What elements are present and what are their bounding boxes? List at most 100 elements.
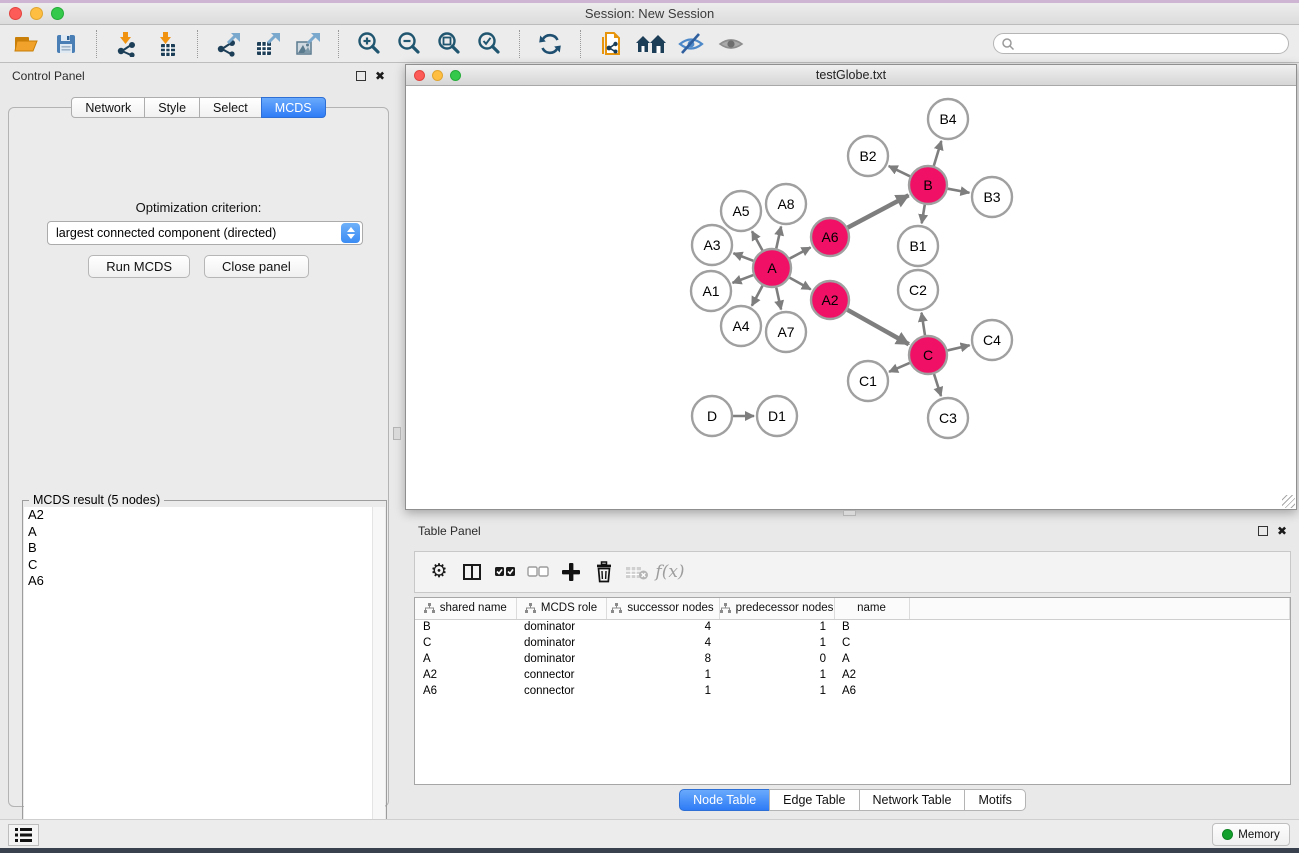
unselect-all-columns-icon[interactable] (526, 560, 550, 584)
vertical-splitter-handle[interactable] (393, 427, 401, 440)
edge-C-C2[interactable] (921, 313, 924, 336)
node-C3[interactable]: C3 (928, 398, 968, 438)
edge-A2-C[interactable] (847, 310, 908, 344)
node-A4[interactable]: A4 (721, 306, 761, 346)
edge-B-B3[interactable] (948, 189, 970, 193)
node-B1[interactable]: B1 (898, 226, 938, 266)
export-network-icon[interactable] (208, 28, 248, 60)
node-D[interactable]: D (692, 396, 732, 436)
task-history-button[interactable] (8, 824, 39, 846)
tab-edge-table[interactable]: Edge Table (769, 789, 859, 811)
edge-C-C3[interactable] (934, 374, 941, 396)
node-C1[interactable]: C1 (848, 361, 888, 401)
node-C[interactable]: C (909, 336, 947, 374)
edge-C-C4[interactable] (947, 345, 969, 350)
tab-motifs[interactable]: Motifs (964, 789, 1025, 811)
tab-mcds[interactable]: MCDS (261, 97, 326, 118)
table-row[interactable]: Cdominator41C (415, 635, 1290, 651)
refresh-icon[interactable] (530, 28, 570, 60)
delete-column-trash-icon[interactable] (592, 560, 616, 584)
node-C4[interactable]: C4 (972, 320, 1012, 360)
edge-A-A5[interactable] (752, 231, 762, 250)
hide-selected-eye-slash-icon[interactable] (671, 28, 711, 60)
mcds-result-item[interactable]: A2 (24, 507, 385, 524)
float-table-panel-icon[interactable] (1258, 526, 1268, 536)
node-B2[interactable]: B2 (848, 136, 888, 176)
mcds-result-list[interactable]: A2ABCA6 (24, 507, 385, 839)
table-options-gear-icon[interactable]: ⚙ (427, 560, 451, 584)
mcds-result-item[interactable]: A (24, 524, 385, 541)
search-text-field[interactable] (1015, 37, 1288, 51)
edge-A6-B[interactable] (848, 195, 909, 227)
column-header-predecessor-nodes[interactable]: predecessor nodes (719, 598, 834, 619)
mcds-result-item[interactable]: A6 (24, 573, 385, 590)
node-A1[interactable]: A1 (691, 271, 731, 311)
node-B3[interactable]: B3 (972, 177, 1012, 217)
node-A6[interactable]: A6 (811, 218, 849, 256)
save-session-icon[interactable] (46, 28, 86, 60)
new-network-from-selection-icon[interactable] (591, 28, 631, 60)
optimization-criterion-dropdown[interactable]: largest connected component (directed) (47, 221, 363, 245)
tab-select[interactable]: Select (199, 97, 262, 118)
column-header-shared-name[interactable]: shared name (415, 598, 516, 619)
edge-C-C1[interactable] (889, 363, 910, 372)
table-row[interactable]: Adominator80A (415, 651, 1290, 667)
column-header-successor-nodes[interactable]: successor nodes (606, 598, 719, 619)
network-canvas[interactable]: B4 B2 B B3 A8A5 A6 A3 B1 A C2 A1 A2 A4A7 C4 C C1 D D1 C3 (406, 86, 1296, 509)
tab-node-table[interactable]: Node Table (679, 789, 770, 811)
list-scrollbar[interactable] (372, 507, 385, 839)
edge-A-A3[interactable] (733, 253, 753, 261)
node-B[interactable]: B (909, 166, 947, 204)
column-header-name[interactable]: name (834, 598, 909, 619)
horizontal-splitter-handle[interactable] (843, 510, 856, 516)
import-table-icon[interactable] (147, 28, 187, 60)
table-row[interactable]: A6connector11A6 (415, 683, 1290, 699)
export-table-icon[interactable] (248, 28, 288, 60)
show-column-icon[interactable] (460, 560, 484, 584)
tab-style[interactable]: Style (144, 97, 200, 118)
open-session-icon[interactable] (6, 28, 46, 60)
run-mcds-button[interactable]: Run MCDS (88, 255, 190, 278)
node-A7[interactable]: A7 (766, 312, 806, 352)
column-header-mcds-role[interactable]: MCDS role (516, 598, 606, 619)
network-window-titlebar[interactable]: testGlobe.txt (406, 65, 1296, 86)
edge-B-B1[interactable] (922, 205, 925, 224)
export-image-icon[interactable] (288, 28, 328, 60)
search-input[interactable] (993, 33, 1289, 54)
node-B4[interactable]: B4 (928, 99, 968, 139)
edge-A-A1[interactable] (733, 275, 754, 283)
node-A2[interactable]: A2 (811, 281, 849, 319)
tab-network-table[interactable]: Network Table (859, 789, 966, 811)
node-A3[interactable]: A3 (692, 225, 732, 265)
memory-button[interactable]: Memory (1212, 823, 1290, 846)
edge-B-B2[interactable] (889, 166, 910, 176)
mcds-result-item[interactable]: C (24, 557, 385, 574)
edge-A-A6[interactable] (790, 247, 811, 258)
node-A8[interactable]: A8 (766, 184, 806, 224)
edge-A-A7[interactable] (776, 288, 781, 310)
first-neighbors-houses-icon[interactable] (631, 28, 671, 60)
close-table-panel-icon[interactable]: ✖ (1277, 526, 1287, 536)
table-row[interactable]: Bdominator41B (415, 619, 1290, 635)
zoom-fit-icon[interactable] (429, 28, 469, 60)
zoom-in-icon[interactable] (349, 28, 389, 60)
close-panel-button[interactable]: Close panel (204, 255, 309, 278)
edge-A-A4[interactable] (752, 286, 763, 306)
edge-A-A2[interactable] (790, 278, 811, 290)
node-A[interactable]: A (753, 249, 791, 287)
show-all-eye-icon[interactable] (711, 28, 751, 60)
edge-A-A8[interactable] (776, 226, 781, 248)
import-network-icon[interactable] (107, 28, 147, 60)
select-all-columns-icon[interactable] (493, 560, 517, 584)
float-panel-icon[interactable] (356, 71, 366, 81)
edge-B-B4[interactable] (934, 141, 942, 166)
node-C2[interactable]: C2 (898, 270, 938, 310)
zoom-out-icon[interactable] (389, 28, 429, 60)
node-D1[interactable]: D1 (757, 396, 797, 436)
create-new-column-icon[interactable] (559, 560, 583, 584)
tab-network[interactable]: Network (71, 97, 145, 118)
node-A5[interactable]: A5 (721, 191, 761, 231)
zoom-selected-icon[interactable] (469, 28, 509, 60)
table-row[interactable]: A2connector11A2 (415, 667, 1290, 683)
close-panel-icon[interactable]: ✖ (375, 71, 385, 81)
